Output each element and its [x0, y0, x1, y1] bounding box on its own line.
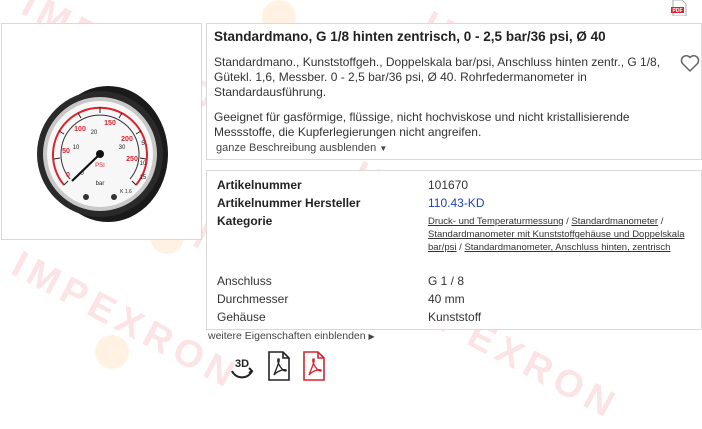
artikelnummer-label: Artikelnummer: [217, 178, 302, 192]
kategorie-label: Kategorie: [217, 214, 273, 228]
show-more-properties-link[interactable]: weitere Eigenschaften einblenden ▶: [208, 330, 375, 342]
kategorie-breadcrumb: Druck- und Temperaturmessung / Standardm…: [428, 216, 685, 253]
hersteller-label: Artikelnummer Hersteller: [217, 196, 361, 210]
svg-text:50: 50: [62, 148, 70, 155]
gehaeuse-label: Gehäuse: [217, 310, 266, 324]
category-link[interactable]: Druck- und Temperaturmessung: [428, 216, 564, 227]
hersteller-value[interactable]: 110.43-KD: [428, 196, 484, 210]
pdf-red-icon[interactable]: [300, 351, 328, 381]
pdf-outline-icon[interactable]: [265, 351, 293, 381]
product-image-frame[interactable]: 0 50 100 150 200 250 0 10 20 30 15 10 5 …: [1, 23, 202, 240]
category-link[interactable]: Standardmanometer, Anschluss hinten, zen…: [464, 242, 670, 253]
svg-text:bar: bar: [96, 181, 105, 187]
heart-icon[interactable]: [679, 52, 701, 74]
triangle-down-icon: ▼: [379, 144, 388, 153]
svg-text:20: 20: [91, 130, 98, 136]
svg-text:PDF: PDF: [673, 8, 683, 14]
svg-text:10: 10: [140, 161, 147, 167]
durchmesser-value: 40 mm: [428, 292, 465, 306]
svg-text:PSI: PSI: [95, 163, 105, 169]
svg-text:0: 0: [66, 172, 70, 179]
collapse-description-link[interactable]: ganze Beschreibung ausblenden ▼: [216, 142, 387, 154]
pdf-icon[interactable]: PDF: [670, 0, 688, 16]
description-panel: Standardmano, G 1/8 hinten zentrisch, 0 …: [206, 23, 702, 160]
anschluss-value: G 1 / 8: [428, 274, 465, 288]
product-title: Standardmano, G 1/8 hinten zentrisch, 0 …: [214, 29, 606, 44]
svg-text:150: 150: [104, 120, 116, 127]
svg-text:100: 100: [74, 126, 86, 133]
svg-text:15: 15: [140, 175, 147, 181]
svg-text:10: 10: [73, 145, 80, 151]
svg-text:200: 200: [121, 136, 133, 143]
durchmesser-label: Durchmesser: [217, 292, 289, 306]
attributes-panel: Artikelnummer 101670 Artikelnummer Herst…: [206, 170, 702, 330]
svg-text:3D: 3D: [235, 358, 249, 370]
three-d-icon[interactable]: 3D: [228, 351, 256, 381]
gehaeuse-value: Kunststoff: [428, 310, 482, 324]
product-description-suitability: Geeignet für gasförmige, flüssige, nicht…: [214, 110, 630, 139]
product-description: Standardmano., Kunststoffgeh., Doppelska…: [214, 55, 661, 99]
artikelnummer-value: 101670: [428, 178, 469, 192]
svg-text:30: 30: [119, 145, 126, 151]
triangle-right-icon: ▶: [368, 332, 375, 341]
anschluss-label: Anschluss: [217, 274, 272, 288]
svg-text:250: 250: [126, 156, 138, 163]
svg-text:K 1.6: K 1.6: [120, 189, 132, 195]
category-link[interactable]: Standardmanometer: [571, 216, 658, 227]
manometer-image: 0 50 100 150 200 250 0 10 20 30 15 10 5 …: [37, 86, 168, 222]
